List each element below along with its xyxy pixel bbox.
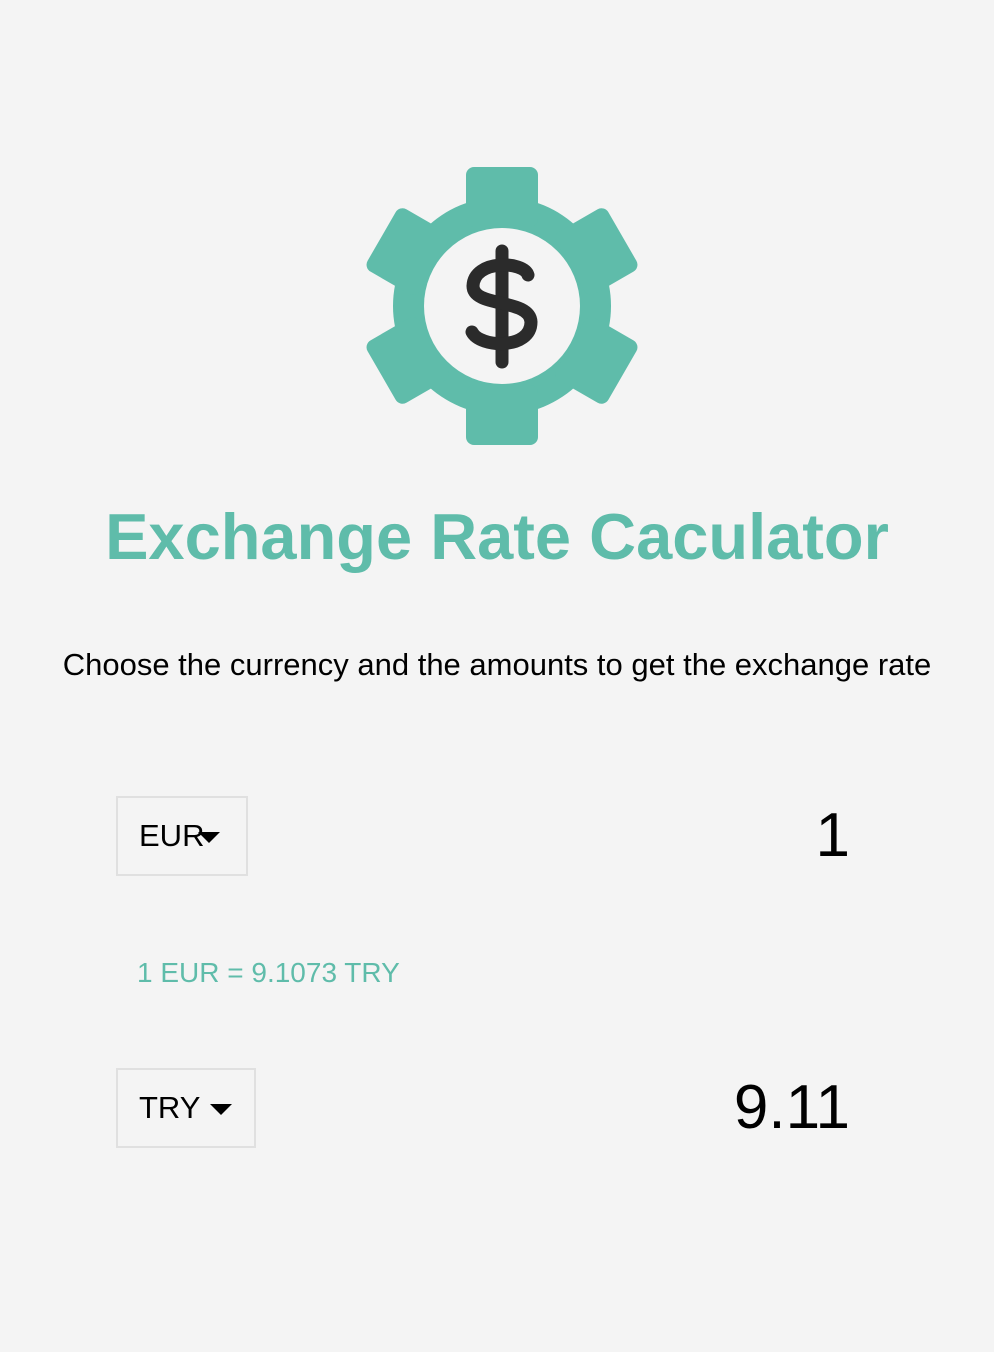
caret-down-icon	[210, 1103, 233, 1115]
caret-down-icon	[198, 831, 221, 843]
amount-two-input[interactable]: 9.11	[734, 1068, 850, 1148]
page-title: Exchange Rate Caculator	[105, 500, 889, 573]
currency-one-value: EUR	[139, 818, 205, 853]
amount-one-input[interactable]: 1	[816, 796, 850, 876]
currency-one-select[interactable]: EUR	[116, 796, 248, 876]
page-subtitle: Choose the currency and the amounts to g…	[62, 647, 932, 682]
exchange-rate-text: 1 EUR = 9.1073 TRY	[137, 957, 400, 988]
currency-two-value: TRY	[139, 1090, 201, 1125]
dollar-gear-icon	[366, 167, 638, 445]
exchange-rate-page: Exchange Rate Caculator Choose the curre…	[0, 0, 994, 1352]
currency-two-select[interactable]: TRY	[116, 1068, 256, 1148]
